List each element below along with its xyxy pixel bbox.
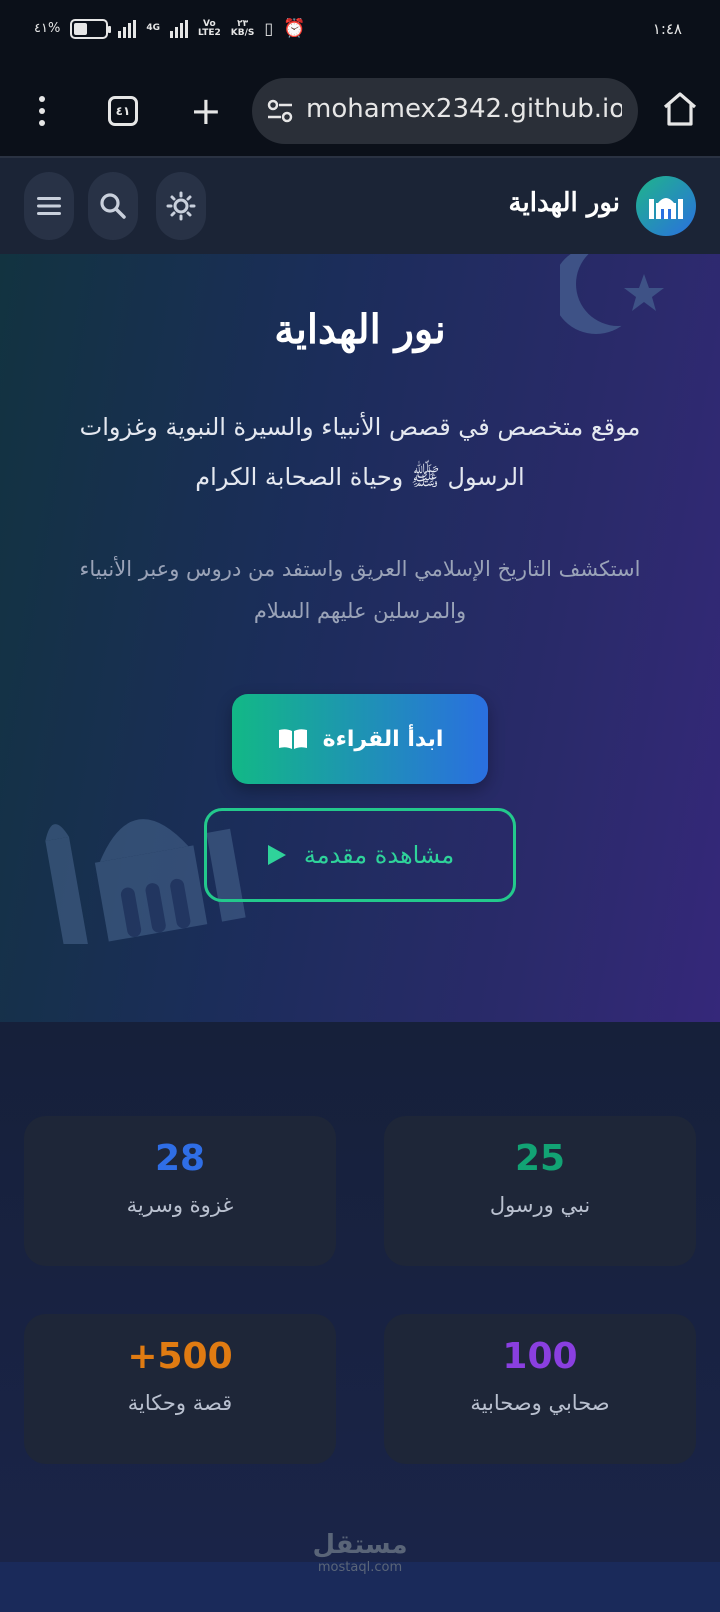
browser-toolbar: ٤١ + mohamex2342.github.io/N bbox=[0, 66, 720, 158]
watermark-arabic: مستقل bbox=[312, 1530, 408, 1560]
hamburger-icon bbox=[37, 197, 61, 215]
battery-level bbox=[74, 22, 87, 35]
search-icon bbox=[100, 193, 126, 219]
stat-label: قصة وحكاية bbox=[127, 1391, 233, 1415]
stat-card-battles: 28 غزوة وسرية bbox=[24, 1116, 336, 1266]
watch-intro-button[interactable]: مشاهدة مقدمة bbox=[204, 808, 516, 902]
speed-unit: KB/S bbox=[230, 27, 255, 38]
status-icons: ٤١% 4G Vo LTE2 ٢٣ KB/S ▯ ⏰ bbox=[34, 18, 306, 39]
watch-intro-label: مشاهدة مقدمة bbox=[303, 841, 455, 869]
battery-percent: ٤١% bbox=[34, 21, 61, 36]
stat-card-companions: 100 صحابي وصحابية bbox=[384, 1314, 696, 1464]
more-options-icon[interactable] bbox=[28, 94, 56, 128]
stat-label: غزوة وسرية bbox=[126, 1193, 234, 1217]
volte-indicator: Vo LTE2 bbox=[197, 19, 221, 38]
url-text[interactable]: mohamex2342.github.io/N bbox=[306, 94, 622, 124]
hero-subtitle: موقع متخصص في قصص الأنبياء والسيرة النبو… bbox=[79, 413, 641, 491]
stat-card-stories: +500 قصة وحكاية bbox=[24, 1314, 336, 1464]
status-bar: ٤١% 4G Vo LTE2 ٢٣ KB/S ▯ ⏰ ١:٤٨ bbox=[0, 0, 720, 66]
start-reading-button[interactable]: ابدأ القراءة bbox=[232, 694, 488, 784]
stat-number: +500 bbox=[127, 1336, 233, 1377]
stat-number: 28 bbox=[154, 1138, 206, 1179]
network-speed: ٢٣ KB/S bbox=[230, 19, 255, 38]
network-type: 4G bbox=[146, 23, 160, 33]
mosque-icon bbox=[649, 198, 683, 219]
theme-toggle-button[interactable] bbox=[156, 172, 206, 240]
stat-card-prophets: 25 نبي ورسول bbox=[384, 1116, 696, 1266]
new-tab-icon[interactable]: + bbox=[190, 88, 222, 134]
lte-label: LTE2 bbox=[197, 27, 221, 38]
site-settings-icon[interactable] bbox=[266, 98, 294, 124]
watermark: مستقل mostaql.com bbox=[0, 1530, 720, 1575]
hero-title: نور الهداية bbox=[274, 306, 446, 353]
alarm-icon: ⏰ bbox=[283, 18, 306, 39]
signal-icon-2 bbox=[169, 19, 188, 38]
clock: ١:٤٨ bbox=[652, 20, 682, 38]
start-reading-label: ابدأ القراءة bbox=[322, 726, 444, 752]
sun-icon bbox=[166, 191, 196, 221]
home-icon[interactable] bbox=[662, 90, 698, 128]
site-header: نور الهداية bbox=[0, 158, 720, 254]
stats-section: 25 نبي ورسول 28 غزوة وسرية 100 صحابي وصح… bbox=[0, 1022, 720, 1562]
hero-description: استكشف التاريخ الإسلامي العريق واستفد من… bbox=[79, 557, 641, 623]
site-name[interactable]: نور الهداية bbox=[509, 188, 620, 218]
tab-switcher-button[interactable]: ٤١ bbox=[108, 96, 138, 126]
battery-icon bbox=[70, 18, 112, 39]
play-icon bbox=[267, 845, 286, 865]
watermark-latin: mostaql.com bbox=[317, 1560, 403, 1575]
stat-number: 100 bbox=[502, 1336, 578, 1377]
signal-icon bbox=[118, 19, 137, 38]
hero-section: نور الهداية موقع متخصص في قصص الأنبياء و… bbox=[0, 254, 720, 1022]
book-open-icon bbox=[278, 729, 307, 749]
address-bar[interactable]: mohamex2342.github.io/N bbox=[252, 78, 638, 144]
menu-button[interactable] bbox=[24, 172, 74, 240]
site-logo[interactable] bbox=[636, 176, 696, 236]
stat-label: نبي ورسول bbox=[489, 1193, 591, 1217]
stat-number: 25 bbox=[514, 1138, 566, 1179]
search-button[interactable] bbox=[88, 172, 138, 240]
vibrate-icon: ▯ bbox=[264, 19, 274, 38]
stat-label: صحابي وصحابية bbox=[470, 1391, 610, 1415]
